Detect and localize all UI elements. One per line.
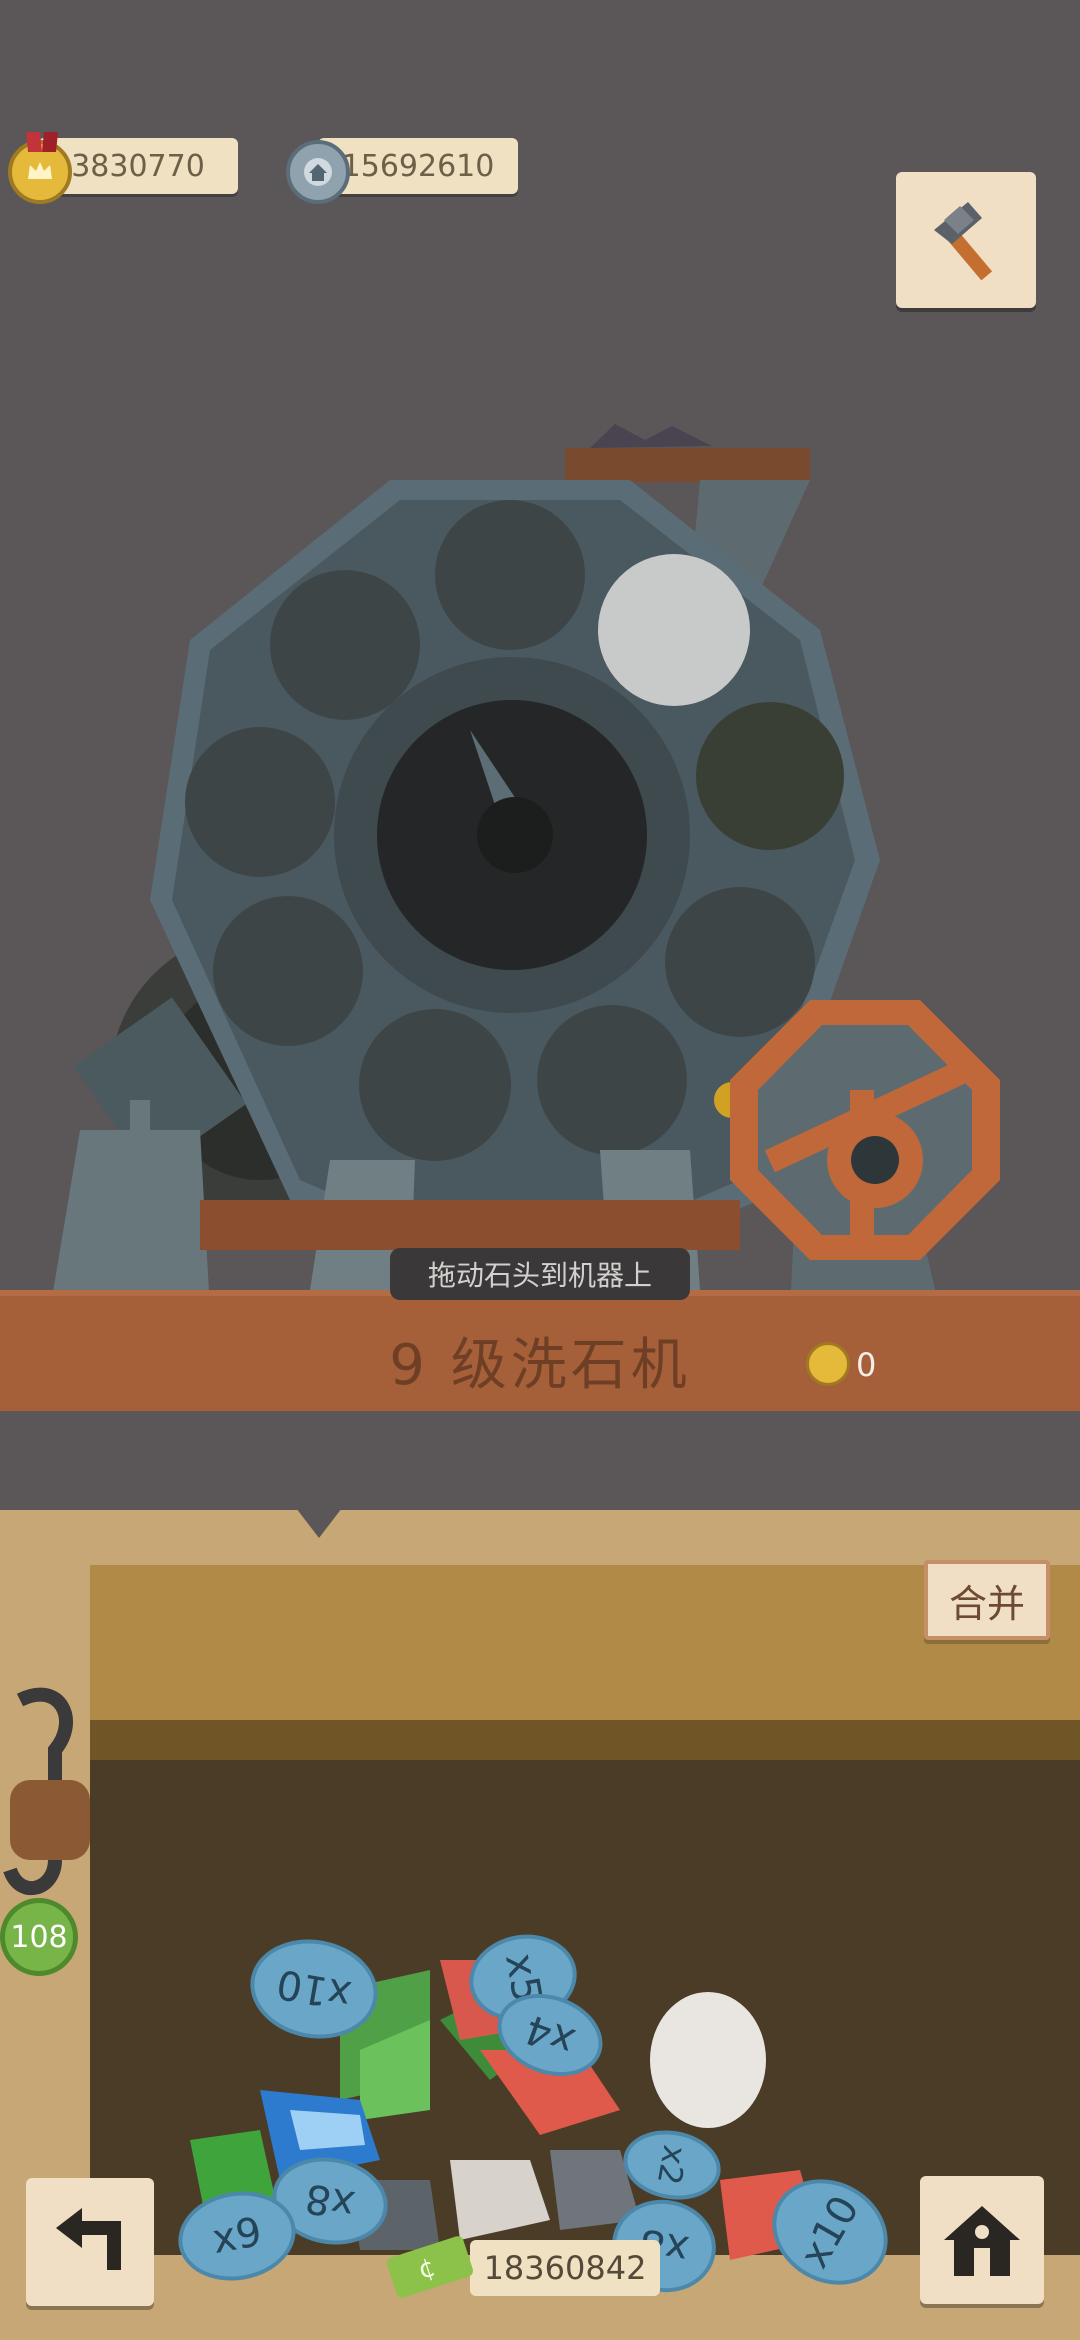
machine-reward-value: 0 <box>856 1346 877 1384</box>
gear-coin-icon <box>286 140 350 204</box>
ribbon-icon <box>26 132 58 152</box>
hook-icon <box>3 1687 90 1896</box>
cash-icon: ¢ <box>387 2236 473 2298</box>
machine-level-title: 9 级洗石机 <box>389 1333 691 1398</box>
back-arrow-icon <box>56 2208 121 2270</box>
side-count-badge: 108 <box>0 1898 78 1976</box>
home-button[interactable] <box>920 2176 1044 2304</box>
home-icon <box>944 2206 1020 2276</box>
reward-medal-icon <box>806 1342 850 1386</box>
hammer-button[interactable] <box>896 172 1036 308</box>
money-value: 18360842 <box>483 2249 647 2287</box>
house-gear-icon <box>304 158 332 186</box>
bag-flap-shadow <box>90 1720 1080 1760</box>
merge-button[interactable]: 合并 <box>924 1560 1050 1640</box>
hammer-icon <box>934 202 993 281</box>
money-chip: 18360842 <box>470 2240 660 2296</box>
back-button[interactable] <box>26 2178 154 2306</box>
drag-hint-label: 拖动石头到机器上 <box>390 1248 690 1300</box>
gear-currency-value: 15692610 <box>341 148 495 184</box>
medal-currency-value: 3830770 <box>71 148 205 184</box>
bag-tab-pointer <box>296 1508 342 1538</box>
crown-icon <box>28 162 52 179</box>
